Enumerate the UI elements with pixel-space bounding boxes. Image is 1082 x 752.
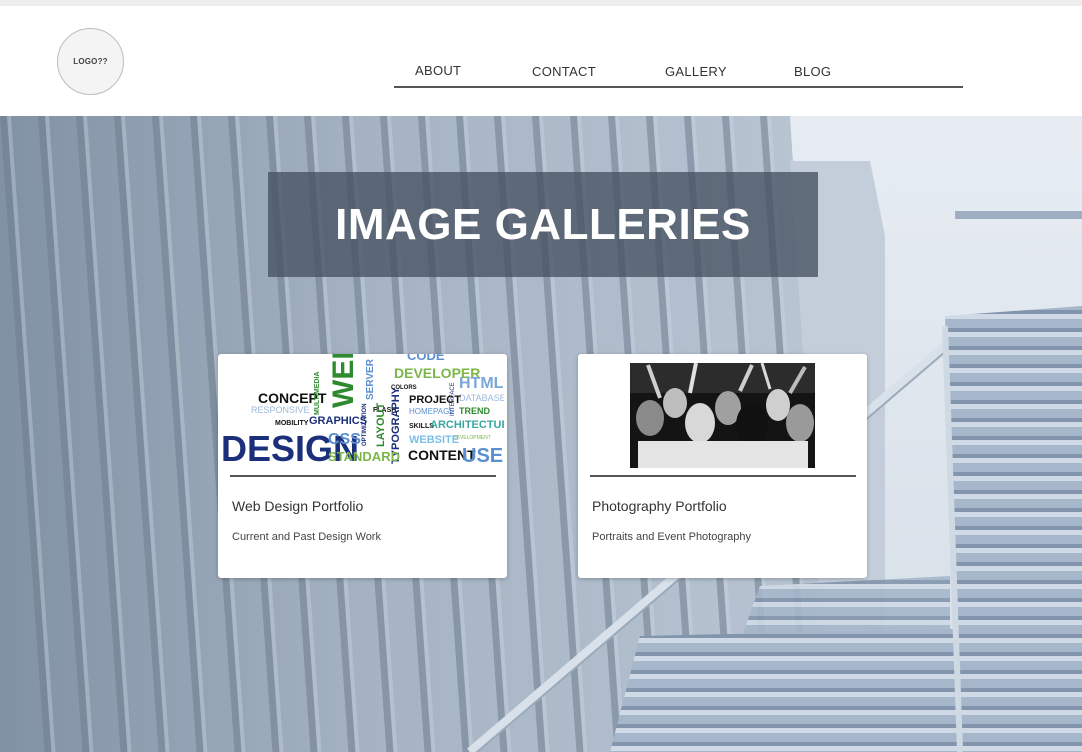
word-user: USER: [462, 445, 504, 466]
nav-blog-link[interactable]: BLOG: [794, 64, 831, 79]
hero-title-box: IMAGE GALLERIES: [268, 172, 818, 277]
logo[interactable]: LOGO??: [57, 28, 124, 95]
word-cloud-image: CODE DEVELOPER HTML CONCEPT RESPONSIVE M…: [221, 354, 504, 466]
word-html: HTML: [459, 375, 504, 392]
word-trend: TREND: [459, 406, 490, 416]
word-architecture: ARCHITECTURE: [430, 419, 504, 431]
word-layout: LAYOUT: [375, 403, 387, 447]
card-title: Photography Portfolio: [592, 498, 727, 514]
word-website: WEBSITE: [409, 434, 459, 446]
main-nav: ABOUT CONTACT GALLERY BLOG: [394, 58, 963, 88]
word-mobility: MOBILITY: [275, 420, 309, 427]
nav-about-link[interactable]: ABOUT: [415, 63, 461, 78]
word-graphics: GRAPHICS: [309, 415, 367, 427]
crowd-photo-image: [630, 363, 815, 468]
word-multimedia: MULTIMEDIA: [314, 372, 321, 415]
nav-gallery-link[interactable]: GALLERY: [665, 64, 727, 79]
gallery-card-photography[interactable]: Photography Portfolio Portraits and Even…: [578, 354, 867, 578]
card-title: Web Design Portfolio: [232, 498, 364, 514]
card-subtitle: Portraits and Event Photography: [592, 531, 751, 543]
word-server: SERVER: [365, 358, 376, 400]
crowd-photo-svg: [630, 363, 815, 468]
word-standard: STANDARD: [328, 449, 400, 464]
page-title: IMAGE GALLERIES: [335, 199, 751, 249]
word-homepage: HOMEPAGE: [409, 407, 455, 416]
hero-section: IMAGE GALLERIES CODE DEVELOPER HTML CONC…: [0, 116, 1082, 752]
word-development: DEVELOPMENT: [453, 435, 491, 441]
card-divider: [230, 475, 496, 477]
word-interface: INTERFACE: [450, 382, 456, 416]
word-code: CODE: [407, 354, 445, 363]
word-web: WEB: [327, 354, 360, 408]
word-database: DATABASE: [459, 393, 504, 403]
site-header: LOGO?? ABOUT CONTACT GALLERY BLOG: [0, 6, 1082, 116]
word-css: CSS: [328, 431, 361, 448]
card-divider: [590, 475, 856, 477]
card-subtitle: Current and Past Design Work: [232, 531, 381, 543]
nav-contact-link[interactable]: CONTACT: [532, 64, 596, 79]
word-responsive: RESPONSIVE: [251, 405, 310, 415]
gallery-card-web-design[interactable]: CODE DEVELOPER HTML CONCEPT RESPONSIVE M…: [218, 354, 507, 578]
word-cloud-svg: CODE DEVELOPER HTML CONCEPT RESPONSIVE M…: [221, 354, 504, 466]
word-optimization: OPTIMIZATION: [362, 403, 368, 446]
